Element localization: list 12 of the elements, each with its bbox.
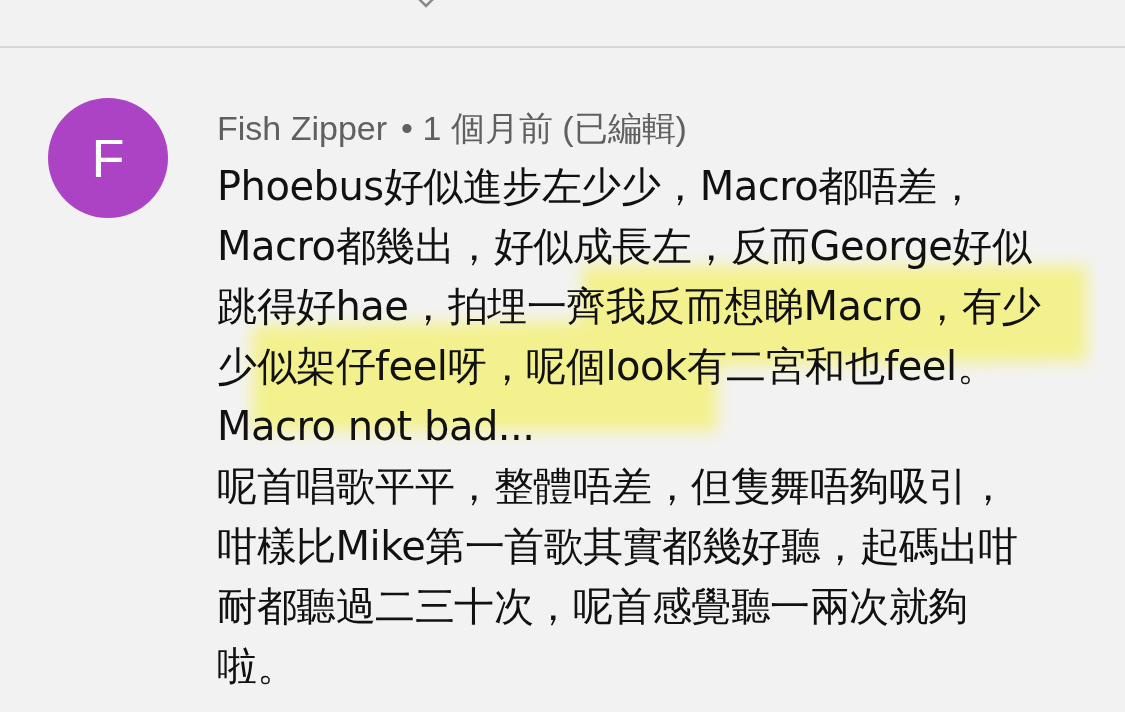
avatar[interactable]: F: [48, 98, 168, 218]
author-name[interactable]: Fish Zipper: [217, 100, 388, 156]
comment-line: 咁樣比Mike第一首歌其實都幾好聽，起碼出咁: [217, 522, 1018, 571]
comment-line: 呢首唱歌平平，整體唔差，但隻舞唔夠吸引，: [217, 462, 1007, 511]
comment-line: 耐都聽過二三十次，呢首感覺聽一兩次就夠: [217, 582, 968, 631]
comment-line: 啦。: [217, 642, 296, 691]
comment-line: 少似架仔feel呀，呢個look有二宮和也feel。: [217, 342, 997, 391]
comment-line: 跳得好hae，拍埋一齊我反而想睇Macro，有少: [217, 282, 1041, 331]
comment-line: Macro not bad...: [217, 402, 535, 451]
comment-line: Phoebus好似進步左少少，Macro都唔差，: [217, 162, 977, 211]
comment-line: Macro都幾出，好似成長左，反而George好似: [217, 222, 1032, 271]
comment-time: • 1 個月前 (已編輯): [401, 108, 687, 149]
